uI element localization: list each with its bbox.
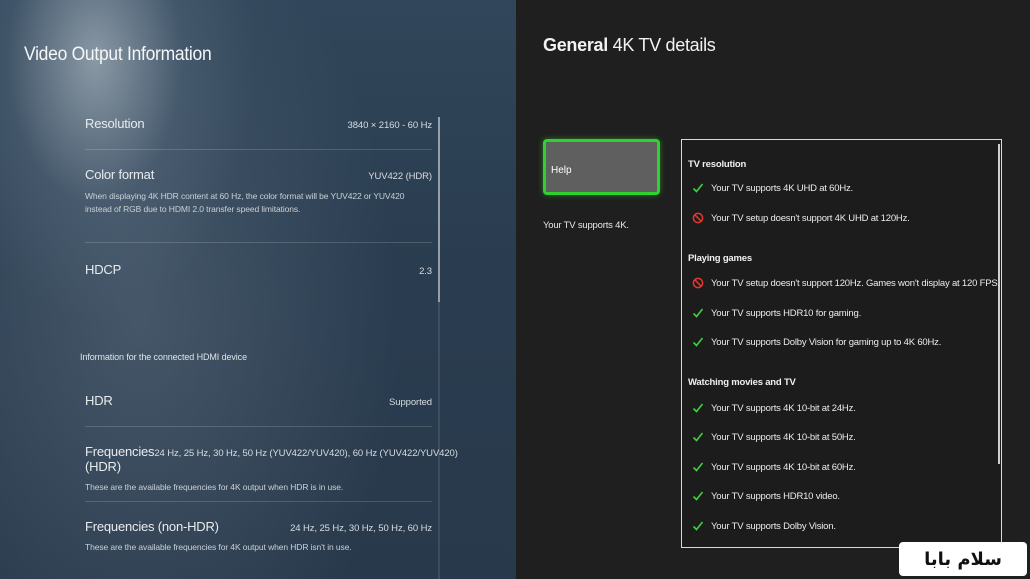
frequencies-non-hdr-value: 24 Hz, 25 Hz, 30 Hz, 50 Hz, 60 Hz <box>290 523 432 534</box>
prohibited-icon <box>692 277 704 289</box>
watermark-logo: سلام بابا <box>899 542 1027 576</box>
title-page: 4K TV details <box>612 35 716 55</box>
hdcp-row[interactable]: HDCP 2.3 <box>85 262 432 277</box>
detail-item: Your TV supports 4K 10-bit at 50Hz. <box>692 431 856 443</box>
group-title-watching-movies: Watching movies and TV <box>688 377 796 388</box>
check-icon <box>692 183 704 193</box>
resolution-value: 3840 × 2160 - 60 Hz <box>347 120 433 131</box>
check-icon <box>692 521 704 531</box>
frequencies-hdr-label: Frequencies (HDR) <box>85 444 155 474</box>
check-icon <box>692 308 704 318</box>
detail-text: Your TV supports 4K UHD at 60Hz. <box>711 182 853 194</box>
hdr-row[interactable]: HDR Supported <box>85 393 432 408</box>
group-title-tv-resolution: TV resolution <box>688 159 747 170</box>
detail-item: Your TV setup doesn't support 120Hz. Gam… <box>692 277 1000 289</box>
page-title: Video Output Information <box>24 44 212 65</box>
tv-details-panel: General 4K TV details Help Your TV suppo… <box>516 0 1030 579</box>
tv-details-list[interactable]: TV resolution Your TV supports 4K UHD at… <box>681 139 1002 548</box>
detail-text: Your TV setup doesn't support 120Hz. Gam… <box>711 277 1000 289</box>
check-icon <box>692 337 704 347</box>
frequencies-hdr-description: These are the available frequencies for … <box>85 482 344 492</box>
detail-item: Your TV supports HDR10 for gaming. <box>692 307 861 319</box>
check-icon <box>692 432 704 442</box>
detail-item: Your TV setup doesn't support 4K UHD at … <box>692 212 910 224</box>
group-title-playing-games: Playing games <box>688 253 752 264</box>
video-output-panel: Video Output Information Resolution 3840… <box>0 0 516 579</box>
check-icon <box>692 403 704 413</box>
frequencies-non-hdr-label: Frequencies (non-HDR) <box>85 519 219 534</box>
hdr-value: Supported <box>389 397 432 408</box>
detail-text: Your TV supports Dolby Vision. <box>711 520 836 532</box>
color-format-value: YUV422 (HDR) <box>368 171 432 182</box>
detail-text: Your TV supports 4K 10-bit at 24Hz. <box>711 402 856 414</box>
detail-item: Your TV supports Dolby Vision for gaming… <box>692 336 941 348</box>
resolution-label: Resolution <box>85 116 145 131</box>
frequencies-non-hdr-row[interactable]: Frequencies (non-HDR) 24 Hz, 25 Hz, 30 H… <box>85 519 432 554</box>
detail-item: Your TV supports 4K 10-bit at 24Hz. <box>692 402 856 414</box>
detail-item: Your TV supports 4K UHD at 60Hz. <box>692 182 853 194</box>
scrollbar-thumb[interactable] <box>998 144 1000 464</box>
title-section: General <box>543 35 608 55</box>
detail-text: Your TV supports 4K 10-bit at 60Hz. <box>711 461 856 473</box>
hdcp-value: 2.3 <box>419 266 432 277</box>
scrollbar-thumb[interactable] <box>438 117 440 302</box>
check-icon <box>692 491 704 501</box>
help-button[interactable]: Help <box>543 139 660 195</box>
detail-text: Your TV supports HDR10 video. <box>711 490 840 502</box>
divider <box>85 426 432 427</box>
hdr-label: HDR <box>85 393 113 408</box>
tv-support-summary: Your TV supports 4K. <box>543 220 629 231</box>
detail-item: Your TV supports 4K 10-bit at 60Hz. <box>692 461 856 473</box>
detail-item: Your TV supports HDR10 video. <box>692 490 840 502</box>
frequencies-hdr-value: 24 Hz, 25 Hz, 30 Hz, 50 Hz (YUV422/YUV42… <box>154 448 458 459</box>
hdcp-label: HDCP <box>85 262 122 277</box>
prohibited-icon <box>692 212 704 224</box>
detail-text: Your TV supports HDR10 for gaming. <box>711 307 862 319</box>
divider <box>85 242 432 243</box>
resolution-row[interactable]: Resolution 3840 × 2160 - 60 Hz <box>85 116 432 131</box>
detail-item: Your TV supports Dolby Vision. <box>692 520 836 532</box>
color-format-description: When displaying 4K HDR content at 60 Hz,… <box>85 191 405 214</box>
detail-text: Your TV supports 4K 10-bit at 50Hz. <box>711 431 856 443</box>
check-icon <box>692 462 704 472</box>
frequencies-hdr-row[interactable]: Frequencies (HDR) 24 Hz, 25 Hz, 30 Hz, 5… <box>85 444 458 494</box>
detail-text: Your TV supports Dolby Vision for gaming… <box>711 336 942 348</box>
help-button-label: Help <box>551 165 572 176</box>
divider <box>85 149 432 150</box>
page-title: General 4K TV details <box>543 35 716 56</box>
divider <box>85 501 432 502</box>
color-format-label: Color format <box>85 167 155 182</box>
detail-text: Your TV setup doesn't support 4K UHD at … <box>711 212 910 224</box>
hdmi-device-heading: Information for the connected HDMI devic… <box>80 352 247 362</box>
frequencies-non-hdr-description: These are the available frequencies for … <box>85 542 352 552</box>
color-format-row[interactable]: Color format YUV422 (HDR) When displayin… <box>85 167 432 216</box>
